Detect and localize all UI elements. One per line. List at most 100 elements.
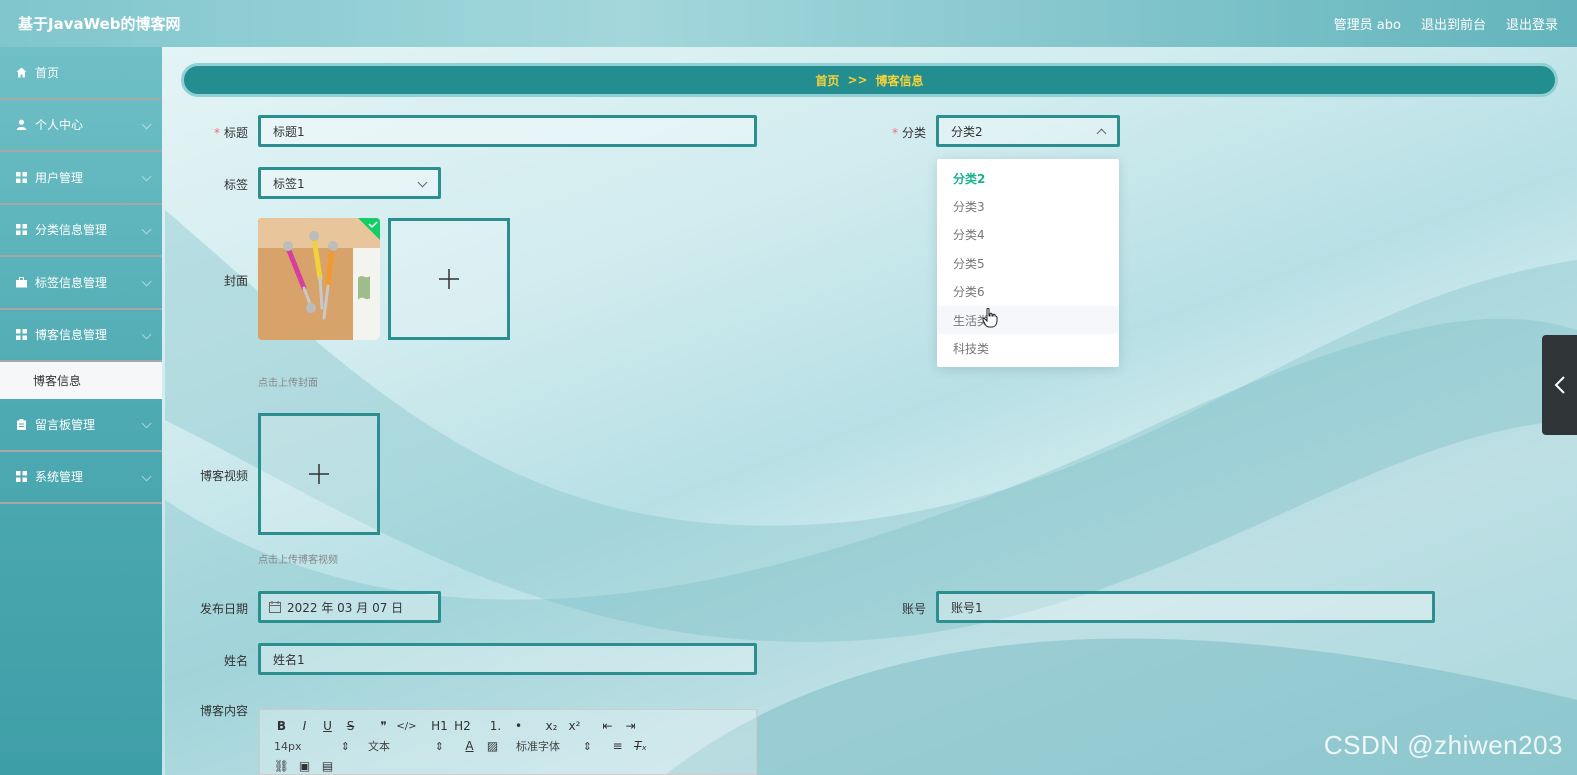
- name-label: 姓名: [223, 654, 248, 668]
- category-option[interactable]: 分类6: [937, 278, 1119, 306]
- clipboard-icon: [15, 418, 27, 430]
- sidebar: 首页 个人中心 用户管理 分类信息管理 标签信息管理 博客信息管理 博客信息 留…: [0, 47, 162, 775]
- ordered-list-button[interactable]: 1.: [484, 719, 507, 733]
- grid-icon: [15, 171, 27, 183]
- font-size-select[interactable]: 14px ⇕: [270, 740, 364, 753]
- sidebar-item-label: 分类信息管理: [35, 223, 108, 238]
- sidebar-item-system[interactable]: 系统管理: [0, 452, 162, 504]
- tag-select[interactable]: 标签1: [258, 167, 441, 199]
- chevron-up-icon: [1096, 128, 1107, 139]
- block-type-select[interactable]: 文本 ⇕: [364, 738, 458, 754]
- subscript-button[interactable]: x₂: [540, 719, 563, 733]
- chevron-down-icon: [141, 224, 152, 235]
- editor-toolbar-row-1: B I U S ❞ </> H1 H2 1. • x₂ x² ⇤ ⇥: [270, 716, 746, 736]
- chevron-down-icon: [141, 276, 152, 287]
- sidebar-item-tags[interactable]: 标签信息管理: [0, 257, 162, 310]
- sidebar-item-label: 个人中心: [35, 118, 84, 133]
- home-icon: [15, 66, 27, 78]
- link-icon[interactable]: ⛓: [270, 759, 293, 773]
- grid-icon: [15, 471, 27, 483]
- category-option[interactable]: 分类3: [937, 192, 1119, 220]
- sidebar-item-label: 标签信息管理: [35, 275, 108, 290]
- name-input[interactable]: 姓名1: [258, 643, 757, 675]
- category-dropdown: 分类2 分类3 分类4 分类5 分类6 生活类 科技类: [937, 159, 1119, 367]
- publish-date-picker[interactable]: 2022 年 03 月 07 日: [258, 591, 441, 623]
- video-upload-button[interactable]: [258, 413, 380, 535]
- sidebar-item-users[interactable]: 用户管理: [0, 152, 162, 205]
- sidebar-item-home[interactable]: 首页: [0, 47, 162, 100]
- superscript-button[interactable]: x²: [563, 719, 586, 733]
- cover-label: 封面: [223, 274, 248, 288]
- hand-cursor-icon: [982, 308, 998, 328]
- indent-button[interactable]: ⇥: [619, 719, 642, 733]
- breadcrumb: 首页 >> 博客信息: [181, 63, 1558, 97]
- clear-format-icon[interactable]: T̶ₓ: [629, 739, 652, 753]
- rich-text-editor[interactable]: B I U S ❞ </> H1 H2 1. • x₂ x² ⇤ ⇥ 14px ⇕…: [259, 709, 757, 775]
- admin-user-label[interactable]: 管理员 abo: [1334, 14, 1401, 33]
- bullet-list-button[interactable]: •: [507, 719, 530, 733]
- updown-icon: ⇕: [434, 739, 444, 753]
- plus-icon: [309, 464, 329, 484]
- underline-button[interactable]: U: [316, 719, 339, 733]
- editor-toolbar-row-2: 14px ⇕ 文本 ⇕ A ▨ 标准字体 ⇕ ≡ T̶ₓ: [270, 736, 746, 756]
- title-input[interactable]: 标题1: [258, 115, 757, 147]
- chevron-down-icon: [141, 171, 152, 182]
- sidebar-item-label: 留言板管理: [35, 417, 96, 432]
- grid-icon: [15, 224, 27, 236]
- logout-link[interactable]: 退出登录: [1506, 14, 1558, 33]
- category-option[interactable]: 分类4: [937, 221, 1119, 249]
- exit-to-front-link[interactable]: 退出到前台: [1421, 14, 1486, 33]
- account-input[interactable]: 账号1: [936, 591, 1435, 623]
- chevron-down-icon: [141, 471, 152, 482]
- plus-icon: [439, 269, 459, 289]
- chevron-down-icon: [141, 418, 152, 429]
- sidebar-item-profile[interactable]: 个人中心: [0, 100, 162, 152]
- sidebar-subitem-blog-info[interactable]: 博客信息: [0, 362, 162, 399]
- sidebar-item-label: 系统管理: [35, 470, 84, 485]
- date-label: 发布日期: [199, 602, 248, 616]
- video-label: 博客视频: [199, 469, 248, 483]
- cover-thumbnail[interactable]: [258, 218, 380, 340]
- code-button[interactable]: </>: [395, 721, 418, 732]
- breadcrumb-home[interactable]: 首页: [815, 72, 839, 89]
- background-color-icon[interactable]: ▨: [481, 739, 504, 753]
- category-label: * 分类: [891, 126, 926, 140]
- breadcrumb-current: 博客信息: [875, 73, 924, 88]
- title-label: * 标题: [213, 126, 248, 140]
- align-icon[interactable]: ≡: [606, 739, 629, 753]
- cover-upload-button[interactable]: [388, 218, 510, 340]
- category-option[interactable]: 分类2: [937, 164, 1119, 192]
- category-option[interactable]: 科技类: [937, 334, 1119, 362]
- top-header: 基于JavaWeb的博客网 管理员 abo 退出到前台 退出登录: [0, 0, 1577, 47]
- sidebar-item-blogs[interactable]: 博客信息管理: [0, 310, 162, 362]
- font-color-icon[interactable]: A: [458, 739, 481, 753]
- app-title: 基于JavaWeb的博客网: [18, 15, 181, 33]
- font-family-select[interactable]: 标准字体 ⇕: [512, 738, 606, 754]
- strike-button[interactable]: S: [339, 719, 362, 733]
- h1-button[interactable]: H1: [428, 719, 451, 733]
- video-icon[interactable]: ▤: [316, 759, 339, 773]
- outdent-button[interactable]: ⇤: [596, 719, 619, 733]
- user-icon: [15, 119, 27, 131]
- chevron-up-icon: [141, 329, 152, 340]
- chevron-down-icon: [417, 177, 428, 188]
- category-option[interactable]: 分类5: [937, 249, 1119, 277]
- sidebar-item-category[interactable]: 分类信息管理: [0, 205, 162, 257]
- csdn-watermark: CSDN @zhiwen203: [1323, 730, 1563, 760]
- header-links: 管理员 abo 退出到前台 退出登录: [1334, 14, 1558, 33]
- side-panel-toggle[interactable]: [1542, 335, 1577, 435]
- chevron-left-icon: [1554, 376, 1565, 394]
- sidebar-item-messages[interactable]: 留言板管理: [0, 399, 162, 452]
- h2-button[interactable]: H2: [451, 719, 474, 733]
- category-select[interactable]: 分类2: [936, 115, 1120, 147]
- image-icon[interactable]: ▣: [293, 759, 316, 773]
- category-option[interactable]: 生活类: [937, 305, 1119, 335]
- sidebar-item-label: 首页: [35, 65, 60, 80]
- updown-icon: ⇕: [340, 739, 350, 753]
- blockquote-button[interactable]: ❞: [372, 719, 395, 733]
- tag-label: 标签: [223, 178, 248, 192]
- italic-button[interactable]: I: [293, 719, 316, 733]
- bold-button[interactable]: B: [270, 719, 293, 733]
- breadcrumb-separator: >>: [847, 73, 868, 87]
- sidebar-item-label: 用户管理: [35, 170, 84, 185]
